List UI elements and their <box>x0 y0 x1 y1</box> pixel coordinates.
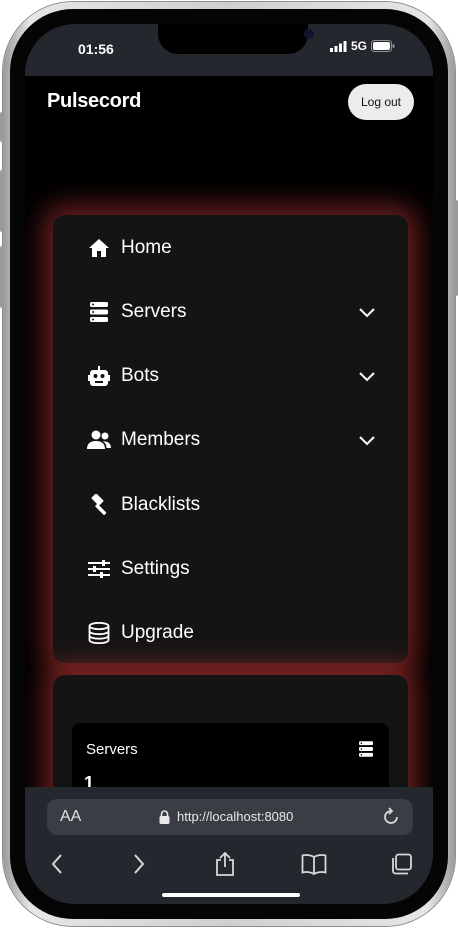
volume-up-button <box>0 170 4 232</box>
forward-button[interactable] <box>124 849 154 879</box>
nav-item-home[interactable]: Home <box>87 228 377 268</box>
nav-item-bots[interactable]: Bots <box>87 356 377 396</box>
home-indicator <box>162 893 300 897</box>
chevron-down-icon[interactable] <box>357 366 377 386</box>
notch <box>158 24 314 54</box>
nav-item-servers[interactable]: Servers <box>87 292 377 332</box>
server-icon <box>359 741 373 761</box>
text-size-button[interactable]: AA <box>60 808 81 826</box>
logout-button[interactable]: Log out <box>348 84 414 120</box>
url-text: http://localhost:8080 <box>177 809 294 824</box>
mute-switch <box>0 112 4 142</box>
nav-item-settings[interactable]: Settings <box>87 549 377 589</box>
brand-logo[interactable]: Pulsecord <box>47 90 141 113</box>
nav-label-blacklists: Blacklists <box>121 494 201 515</box>
book-icon <box>301 854 327 875</box>
nav-item-upgrade[interactable]: Upgrade <box>87 613 377 653</box>
status-indicators: 5G <box>330 39 395 53</box>
nav-item-blacklists[interactable]: Blacklists <box>87 485 377 525</box>
nav-label-members: Members <box>121 429 201 450</box>
home-icon <box>87 236 111 260</box>
nav-label-bots: Bots <box>121 365 160 386</box>
chevron-down-icon[interactable] <box>357 302 377 322</box>
front-camera <box>304 29 314 39</box>
nav-menu: Home Servers Bots Members Blacklists Set… <box>53 215 408 663</box>
robot-icon <box>87 364 111 388</box>
status-bar: 01:56 5G <box>25 24 433 76</box>
power-button <box>454 200 458 296</box>
browser-toolbar: AA http://localhost:8080 <box>25 787 433 904</box>
back-button[interactable] <box>42 849 72 879</box>
tabs-icon <box>392 853 412 875</box>
gavel-icon <box>87 493 111 517</box>
app-header: Pulsecord Log out <box>25 76 433 136</box>
volume-down-button <box>0 246 4 308</box>
nav-item-members[interactable]: Members <box>87 420 377 460</box>
servers-stat-title: Servers <box>86 741 138 758</box>
sliders-icon <box>87 557 111 581</box>
address-bar[interactable]: AA http://localhost:8080 <box>47 799 413 835</box>
bookmarks-button[interactable] <box>299 849 329 879</box>
reload-icon[interactable] <box>381 807 401 831</box>
users-icon <box>87 428 111 452</box>
share-icon <box>216 851 234 876</box>
chevron-down-icon[interactable] <box>357 430 377 450</box>
network-label: 5G <box>351 39 368 53</box>
server-icon <box>87 300 111 324</box>
nav-label-home: Home <box>121 237 172 258</box>
tabs-button[interactable] <box>387 849 417 879</box>
chevron-left-icon <box>51 854 62 874</box>
share-button[interactable] <box>210 849 240 879</box>
status-time: 01:56 <box>78 41 114 57</box>
nav-label-settings: Settings <box>121 558 190 579</box>
nav-label-servers: Servers <box>121 301 187 322</box>
coins-icon <box>87 621 111 645</box>
lock-icon <box>159 809 170 828</box>
screen: 01:56 5G Pulsecord Log out Home Servers … <box>25 24 433 904</box>
chevron-right-icon <box>134 854 145 874</box>
battery-icon <box>371 40 395 52</box>
nav-label-upgrade: Upgrade <box>121 622 194 643</box>
signal-icon <box>330 40 347 52</box>
